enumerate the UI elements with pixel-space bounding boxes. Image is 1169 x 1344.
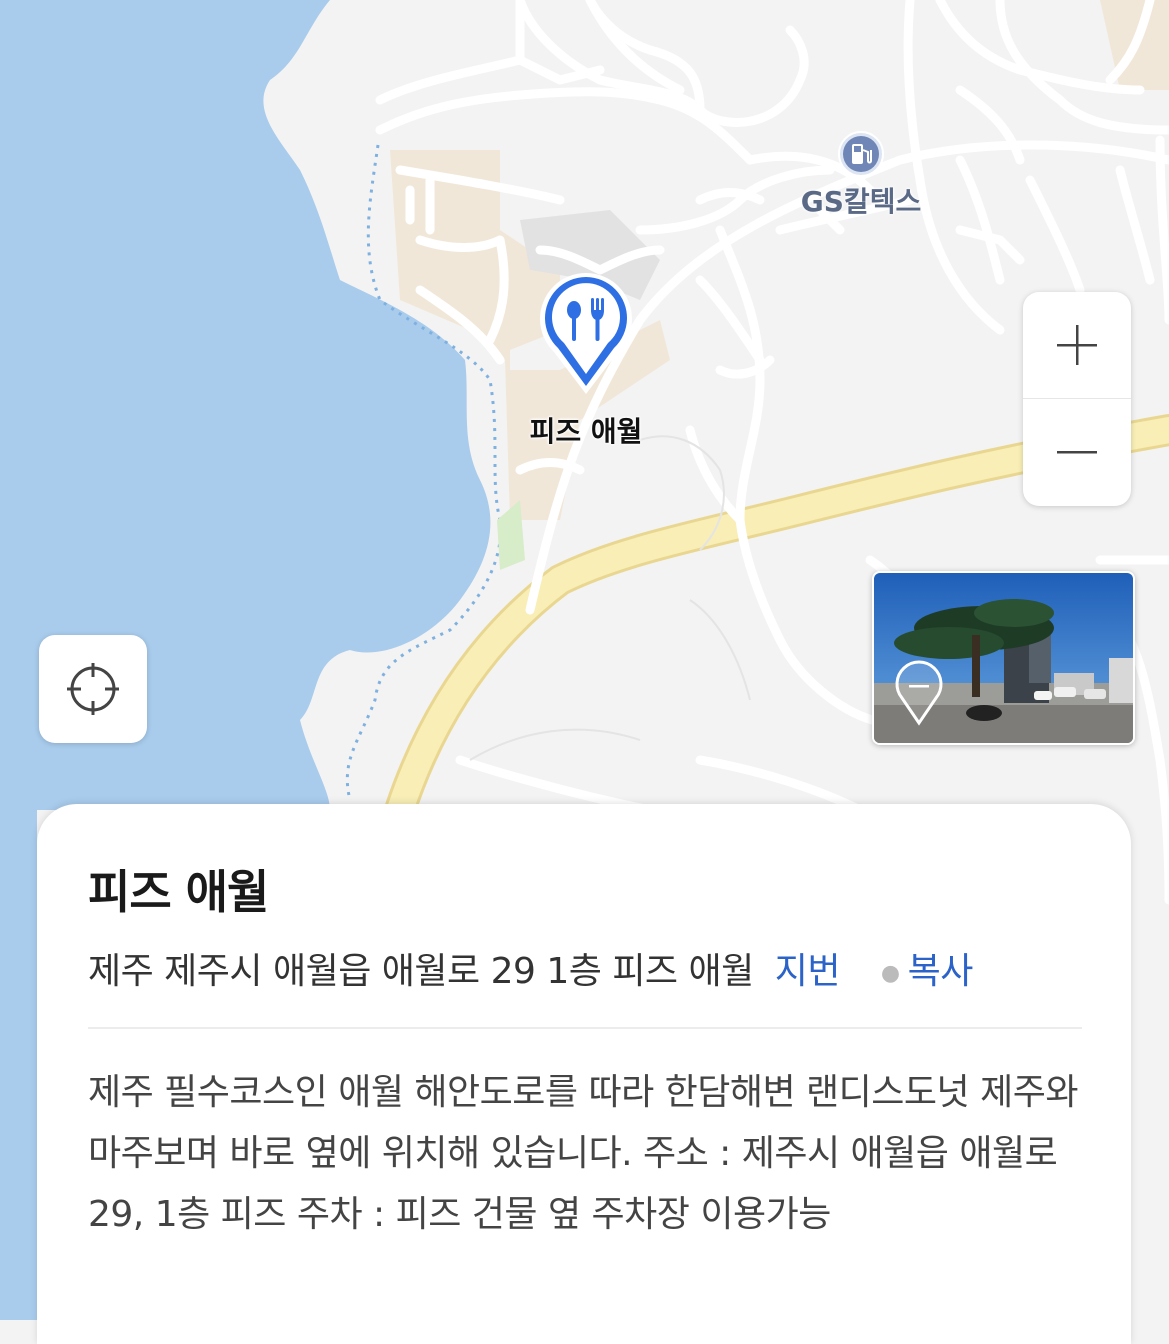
gas-station-label[interactable]: GS칼텍스	[801, 180, 921, 220]
current-location-button[interactable]	[39, 635, 147, 743]
zoom-control	[1023, 292, 1131, 506]
address-row: 제주 제주시 애월읍 애월로 29 1층 피즈 애월 지번 ● 복사	[88, 942, 1088, 994]
gas-station-icon[interactable]	[837, 130, 885, 178]
restaurant-marker-icon[interactable]	[536, 270, 636, 398]
poi-label[interactable]: 피즈 애월	[530, 410, 643, 450]
place-description: 제주 필수코스인 애월 해안도로를 따라 한담해변 랜디스도넛 제주와 마주보며…	[88, 1072, 1078, 1235]
place-info-sheet: 피즈 애월 제주 제주시 애월읍 애월로 29 1층 피즈 애월 지번 ● 복사 …	[37, 804, 1131, 1344]
minus-icon	[1057, 451, 1097, 454]
address-text: 제주 제주시 애월읍 애월로 29 1층 피즈 애월	[88, 951, 754, 992]
zoom-out-button[interactable]	[1023, 399, 1131, 505]
place-title: 피즈 애월	[88, 865, 269, 919]
street-view-image	[874, 573, 1133, 743]
divider	[88, 1027, 1082, 1029]
zoom-in-button[interactable]	[1023, 292, 1131, 399]
street-view-thumbnail[interactable]	[872, 571, 1135, 745]
plus-icon	[1057, 325, 1097, 365]
separator-dot: ●	[880, 960, 900, 986]
jibun-link[interactable]: 지번	[775, 951, 841, 992]
copy-link[interactable]: 복사	[908, 951, 974, 992]
crosshair-icon	[67, 663, 119, 715]
